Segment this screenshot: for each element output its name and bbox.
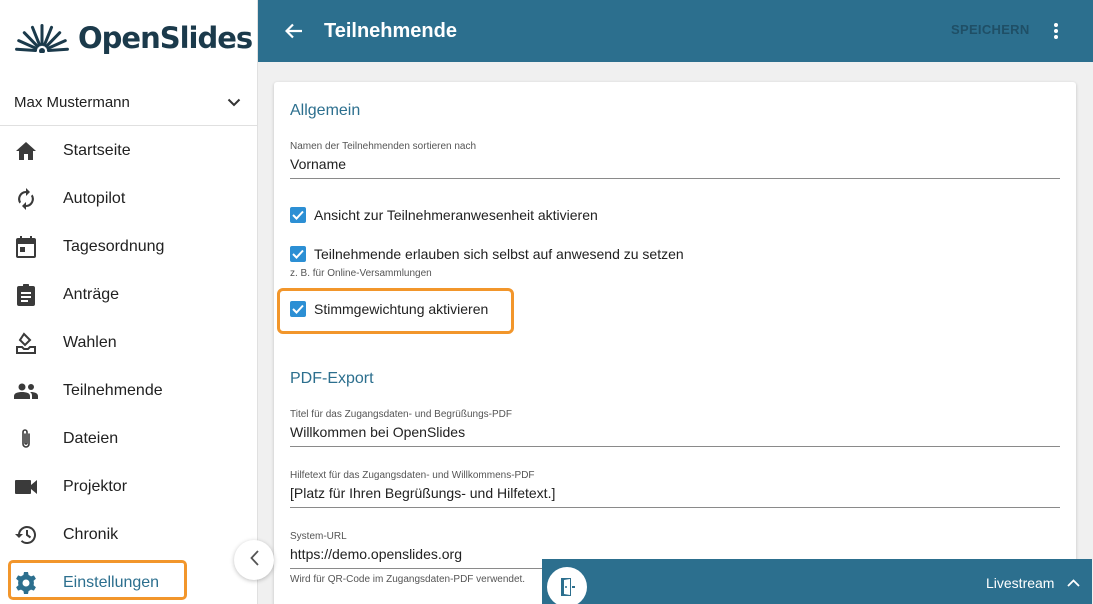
self-presence-label: Teilnehmende erlauben sich selbst auf an… [314,246,684,262]
clipboard-icon [14,283,38,307]
logo-mark-icon [14,24,70,56]
logo-text: OpenSlides [78,21,253,55]
openslides-logo[interactable]: OpenSlides [14,18,253,58]
livestream-label: Livestream [986,575,1055,591]
paperclip-icon [14,427,38,451]
sidebar-item-label: Wahlen [63,334,117,351]
more-vert-icon[interactable] [1046,19,1066,43]
history-icon [14,523,38,547]
gear-icon [14,571,38,595]
sidebar: OpenSlides Max Mustermann Startseite Aut… [0,0,258,604]
user-menu[interactable]: Max Mustermann [0,80,258,126]
help-text-label: Hilfetext für das Zugangsdaten- und Will… [290,470,535,481]
chevron-up-icon[interactable] [1065,575,1081,591]
self-presence-hint: z. B. für Online-Versammlungen [290,268,432,279]
sidebar-item-label: Teilnehmende [63,382,163,399]
check-icon [292,304,304,314]
sort-by-label: Namen der Teilnehmenden sortieren nach [290,141,477,152]
sidebar-item-label: Autopilot [63,190,126,207]
sidebar-item-label: Startseite [63,142,131,159]
sync-icon [14,187,38,211]
sort-by-field[interactable]: Namen der Teilnehmenden sortieren nach V… [290,141,1060,179]
sidebar-item-label: Einstellungen [63,574,160,591]
user-name: Max Mustermann [14,94,130,111]
presence-view-label: Ansicht zur Teilnehmeranwesenheit aktivi… [314,207,598,223]
help-text-input[interactable]: [Platz für Ihren Begrüßungs- und Hilfete… [290,485,1060,508]
exit-door-icon[interactable] [547,567,587,604]
pdf-title-label: Titel für das Zugangsdaten- und Begrüßun… [290,409,512,420]
back-button[interactable] [282,19,306,43]
sidebar-item-label: Dateien [63,430,119,447]
self-presence-checkbox-row[interactable]: Teilnehmende erlauben sich selbst auf an… [290,246,684,262]
vote-weight-checkbox[interactable] [290,301,306,317]
vote-weight-label: Stimmgewichtung aktivieren [314,301,489,317]
sidebar-item-label: Projektor [63,478,128,495]
sidebar-nav: Startseite Autopilot Tagesordnung Anträg… [0,127,258,604]
pdf-title-field[interactable]: Titel für das Zugangsdaten- und Begrüßun… [290,409,1060,447]
sort-by-select[interactable]: Vorname [290,156,1060,179]
home-icon [14,139,38,163]
sidebar-item-tagesordnung[interactable]: Tagesordnung [0,223,258,271]
sidebar-item-startseite[interactable]: Startseite [0,127,258,175]
presence-view-checkbox[interactable] [290,207,306,223]
presence-view-checkbox-row[interactable]: Ansicht zur Teilnehmeranwesenheit aktivi… [290,207,598,223]
sidebar-item-label: Anträge [63,286,120,303]
sidebar-item-antraege[interactable]: Anträge [0,271,258,319]
settings-card: Allgemein Namen der Teilnehmenden sortie… [274,82,1076,604]
check-icon [292,210,304,220]
save-button[interactable]: SPEICHERN [951,22,1030,37]
sidebar-item-autopilot[interactable]: Autopilot [0,175,258,223]
page-title: Teilnehmende [324,19,457,42]
pdf-title-input[interactable]: Willkommen bei OpenSlides [290,424,1060,447]
section-title-pdf: PDF-Export [290,370,374,387]
sidebar-item-label: Chronik [63,526,119,543]
livestream-bar[interactable]: Livestream [542,559,1092,604]
system-url-label: System-URL [290,531,347,542]
people-icon [14,379,38,403]
sidebar-item-label: Tagesordnung [63,238,165,255]
chevron-down-icon [224,93,244,113]
arrow-left-icon [285,23,302,39]
sidebar-item-einstellungen[interactable]: Einstellungen [0,559,258,604]
section-title-general: Allgemein [290,102,361,119]
sidebar-item-teilnehmende[interactable]: Teilnehmende [0,367,258,415]
sidebar-item-wahlen[interactable]: Wahlen [0,319,258,367]
top-bar: Teilnehmende SPEICHERN [258,0,1093,62]
vote-weight-checkbox-row[interactable]: Stimmgewichtung aktivieren [290,301,488,317]
self-presence-checkbox[interactable] [290,246,306,262]
help-text-field[interactable]: Hilfetext für das Zugangsdaten- und Will… [290,470,1060,508]
sidebar-item-chronik[interactable]: Chronik [0,511,258,559]
calendar-icon [14,235,38,259]
check-icon [292,249,304,259]
sidebar-item-dateien[interactable]: Dateien [0,415,258,463]
collapse-sidebar-button[interactable] [234,540,274,580]
ballot-icon [14,331,38,355]
videocam-icon [14,475,38,499]
sidebar-item-projektor[interactable]: Projektor [0,463,258,511]
chevron-left-icon [249,549,259,571]
